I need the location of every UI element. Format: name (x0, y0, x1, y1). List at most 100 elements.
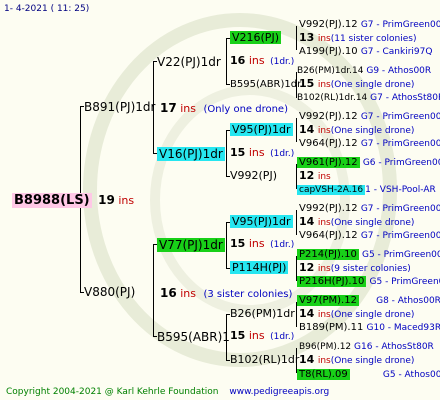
node-id[interactable]: V95(PJ)1dr (230, 215, 293, 228)
gen4-node[interactable]: V992(PJ).12 G7 - PrimGreen00 (299, 18, 440, 31)
node-id[interactable]: T8(RL).09 (297, 369, 350, 380)
gen3-node[interactable]: B26(PM)1dr (230, 307, 295, 321)
gen4-node[interactable]: P216H(PJ).10 G5 - PrimGreen00 (297, 275, 440, 288)
gen3-ins: 14 ins(One single drone) (299, 123, 414, 137)
node-id[interactable]: V964(PJ).12 (299, 138, 358, 149)
line-label[interactable]: G7 - Cankiri97Q (361, 47, 433, 57)
node-id[interactable]: V97(PM).12 (297, 295, 359, 306)
gen4-node[interactable]: P214(PJ).10 G5 - PrimGreen00 (297, 248, 440, 261)
node-id[interactable]: B102(RL)1dr (230, 353, 299, 366)
gen1-node[interactable]: V880(PJ) (84, 284, 135, 300)
node-id[interactable]: capVSH-2A.16 (297, 185, 366, 195)
gen4-node[interactable]: B189(PM).11 G10 - Maced93R (299, 321, 440, 334)
node-id[interactable]: P114H(PJ) (230, 261, 289, 274)
gen4-node[interactable]: capVSH-2A.16 1 - VSH-Pool-AR (297, 184, 436, 196)
ins-label: ins (317, 264, 331, 274)
node-id[interactable]: V992(PJ).12 (299, 111, 358, 122)
website-link[interactable]: www.pedigreeapis.org (229, 387, 329, 397)
node-id[interactable]: P214(PJ).10 (297, 249, 359, 260)
node-id[interactable]: B26(PM)1dr.14 (297, 66, 363, 76)
ins-count: 14 (299, 307, 315, 320)
ins-note: (1dr.) (270, 332, 295, 342)
line-label[interactable]: G16 - AthosSt80R (354, 342, 434, 352)
ins-count: 15 (230, 237, 246, 250)
gen4-node[interactable]: B102(RL)1dr.14 G7 - AthosSt80R (297, 92, 440, 104)
node-id[interactable]: B96(PM).12 (299, 342, 351, 352)
root-ins-count: 19 (98, 193, 115, 207)
line-label[interactable]: G7 - PrimGreen00 (361, 204, 440, 214)
node-id[interactable]: V216(PJ) (230, 31, 281, 44)
node-id[interactable]: B595(ABR)1dr (230, 79, 301, 90)
gen2-node[interactable]: V22(PJ)1dr (157, 54, 221, 70)
node-id[interactable]: B26(PM)1dr (230, 307, 295, 320)
ins-count: 14 (299, 215, 315, 228)
node-id[interactable]: V16(PJ)1dr (157, 147, 225, 161)
gen4-node[interactable]: B96(PM).12 G16 - AthosSt80R (299, 341, 434, 353)
node-id[interactable]: V964(PJ).12 (299, 230, 358, 241)
gen2-ins: 15 ins (1dr.) (230, 146, 294, 160)
node-id[interactable]: V95(PJ)1dr (230, 123, 293, 136)
node-id[interactable]: A199(PJ).10 (299, 46, 358, 57)
ins-label: ins (317, 172, 331, 182)
node-id[interactable]: V961(PJ).12 (297, 157, 360, 168)
line-label[interactable]: G5 - Athos00R (383, 370, 440, 380)
node-id[interactable]: P216H(PJ).10 (297, 276, 367, 287)
node-id[interactable]: V992(PJ).12 (299, 203, 358, 214)
ins-label: ins (180, 287, 196, 300)
gen4-node[interactable]: V97(PM).12 G8 - Athos00R (297, 294, 440, 307)
ins-count: 12 (299, 169, 315, 182)
gen2-node[interactable]: V77(PJ)1dr (157, 237, 225, 253)
line-label[interactable]: G7 - PrimGreen00 (361, 112, 440, 122)
gen4-node[interactable]: V992(PJ).12 G7 - PrimGreen00 (299, 202, 440, 215)
gen3-ins: 14 ins(One single drone) (299, 307, 414, 321)
line-label[interactable]: G5 - PrimGreen00 (362, 250, 440, 260)
line-label[interactable]: G7 - PrimGreen00 (361, 231, 440, 241)
gen3-node[interactable]: B595(ABR)1dr (230, 77, 301, 91)
gen3-node[interactable]: V95(PJ)1dr (230, 215, 293, 229)
connector-line (153, 244, 154, 336)
gen2-node[interactable]: V16(PJ)1dr (157, 146, 225, 162)
node-id[interactable]: B595(ABR)1 (157, 330, 230, 344)
ins-note: (One single drone) (330, 80, 415, 90)
node-id[interactable]: B891(PJ)1dr (84, 100, 155, 114)
root-id[interactable]: B8988(LS) (12, 193, 92, 208)
gen3-node[interactable]: V992(PJ) (230, 169, 277, 183)
gen4-node[interactable]: V961(PJ).12 G6 - PrimGreen00 (297, 156, 440, 169)
line-label[interactable]: G9 - Athos00R (366, 66, 431, 76)
gen3-node[interactable]: V95(PJ)1dr (230, 123, 293, 137)
gen4-node[interactable]: B26(PM)1dr.14 G9 - Athos00R (297, 65, 431, 77)
node-id[interactable]: V992(PJ).12 (299, 19, 358, 30)
line-label[interactable]: G6 - PrimGreen00 (363, 158, 440, 168)
gen4-node[interactable]: V964(PJ).12 G7 - PrimGreen00 (299, 229, 440, 242)
node-id[interactable]: V77(PJ)1dr (157, 238, 225, 252)
ins-label: ins (317, 356, 331, 366)
line-label[interactable]: G10 - Maced93R (367, 323, 440, 333)
node-id[interactable]: V880(PJ) (84, 285, 135, 299)
gen4-node[interactable]: T8(RL).09 G5 - Athos00R (297, 368, 440, 381)
node-id[interactable]: V22(PJ)1dr (157, 55, 221, 69)
gen1-node[interactable]: B891(PJ)1dr (84, 99, 155, 115)
node-id[interactable]: V992(PJ) (230, 169, 277, 182)
gen2-ins: 16 ins (1dr.) (230, 54, 294, 68)
ins-count: 12 (299, 261, 315, 274)
node-id[interactable]: B102(RL)1dr.14 (297, 93, 367, 103)
gen3-node[interactable]: V216(PJ) (230, 31, 281, 45)
line-label[interactable]: G7 - AthosSt80R (370, 93, 440, 103)
gen2-node[interactable]: B595(ABR)1 (157, 329, 230, 345)
gen2-ins: 15 ins (1dr.) (230, 237, 294, 251)
gen4-node[interactable]: V964(PJ).12 G7 - PrimGreen00 (299, 137, 440, 150)
line-label[interactable]: G7 - PrimGreen00 (361, 139, 440, 149)
root-node[interactable]: B8988(LS) 19 ins (12, 192, 134, 209)
line-label[interactable]: G7 - PrimGreen00 (361, 20, 440, 30)
line-label[interactable]: 1 - VSH-Pool-AR (365, 185, 436, 195)
node-id[interactable]: B189(PM).11 (299, 322, 363, 333)
ins-count: 15 (299, 77, 315, 90)
ins-label: ins (317, 310, 331, 320)
gen4-node[interactable]: A199(PJ).10 G7 - Cankiri97Q (299, 45, 432, 58)
ins-note: (3 sister colonies) (203, 289, 293, 300)
line-label[interactable]: G8 - Athos00R (376, 296, 440, 306)
line-label[interactable]: G5 - PrimGreen00 (370, 277, 440, 287)
gen3-node[interactable]: P114H(PJ) (230, 261, 289, 275)
gen3-node[interactable]: B102(RL)1dr (230, 353, 299, 367)
gen4-node[interactable]: V992(PJ).12 G7 - PrimGreen00 (299, 110, 440, 123)
